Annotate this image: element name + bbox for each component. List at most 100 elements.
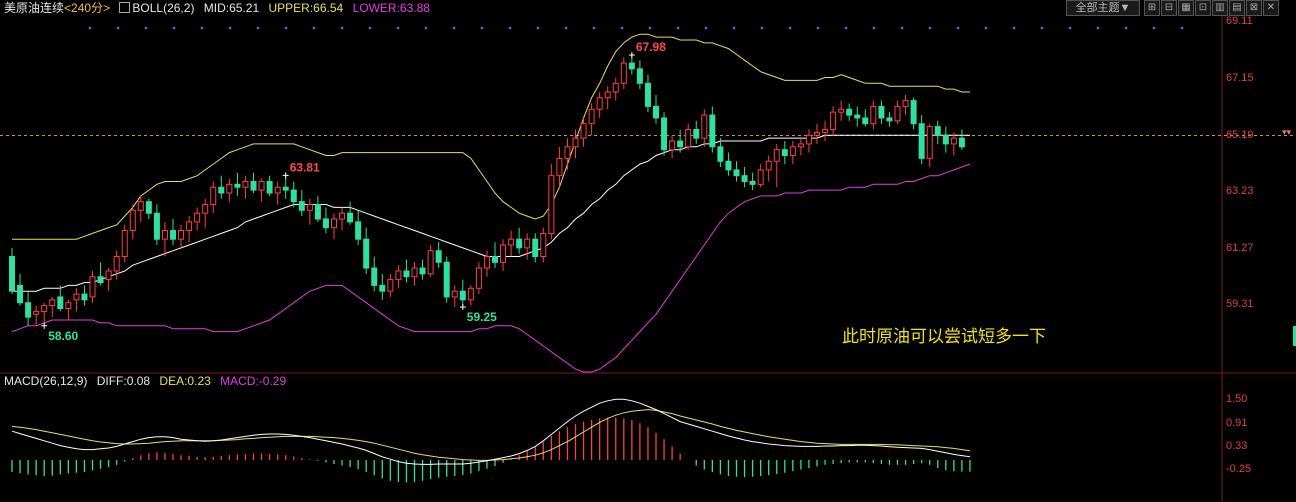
candle[interactable] <box>33 305 40 326</box>
candle[interactable] <box>403 259 410 283</box>
candle[interactable] <box>822 120 829 142</box>
toolbar-button[interactable]: ✕ <box>1263 0 1279 16</box>
candle[interactable] <box>926 123 933 168</box>
candle[interactable] <box>266 175 273 196</box>
candle[interactable] <box>492 242 498 269</box>
candle[interactable] <box>443 256 450 303</box>
candle[interactable] <box>548 164 555 240</box>
candle[interactable] <box>387 273 394 297</box>
candle[interactable] <box>298 190 305 217</box>
candle[interactable] <box>9 247 15 295</box>
candle[interactable] <box>451 285 458 308</box>
candle[interactable] <box>290 181 297 208</box>
candle[interactable] <box>49 296 56 318</box>
toolbar-button[interactable]: ▦ <box>1178 0 1194 16</box>
candle[interactable] <box>693 120 700 144</box>
candle[interactable] <box>781 141 788 165</box>
candle[interactable] <box>322 207 329 234</box>
toolbar-button[interactable]: ⊡ <box>1195 0 1211 16</box>
toolbar-button[interactable]: ▤ <box>1229 0 1245 16</box>
candle[interactable] <box>725 152 732 176</box>
candle[interactable] <box>757 164 764 188</box>
candle[interactable] <box>97 262 104 286</box>
candle[interactable] <box>564 138 571 170</box>
toolbar-button[interactable]: ⊟ <box>1161 0 1177 16</box>
candle[interactable] <box>395 265 402 289</box>
candle[interactable] <box>846 103 853 121</box>
candle[interactable] <box>741 167 748 188</box>
candle[interactable] <box>636 60 643 90</box>
chart-type-icon[interactable] <box>119 2 131 13</box>
candle[interactable] <box>508 230 515 257</box>
candle[interactable] <box>797 138 804 156</box>
candle[interactable] <box>250 172 257 193</box>
candle[interactable] <box>57 285 64 312</box>
candle[interactable] <box>805 129 812 153</box>
candle[interactable] <box>282 175 289 199</box>
candle[interactable] <box>516 227 523 254</box>
candle[interactable] <box>604 86 611 110</box>
candle[interactable] <box>644 74 651 113</box>
candle[interactable] <box>596 91 603 118</box>
candle[interactable] <box>363 227 370 274</box>
candle[interactable] <box>105 268 112 292</box>
candle[interactable] <box>73 288 80 312</box>
candle[interactable] <box>830 106 837 136</box>
candle[interactable] <box>258 178 265 202</box>
candle[interactable] <box>121 224 128 263</box>
toolbar-button[interactable]: ⊠ <box>1246 0 1262 16</box>
candle[interactable] <box>524 233 531 260</box>
candle[interactable] <box>435 242 442 269</box>
candle[interactable] <box>81 285 88 306</box>
candle[interactable] <box>942 126 949 153</box>
candle[interactable] <box>202 198 209 228</box>
candle[interactable] <box>483 250 490 277</box>
toolbar-button[interactable]: ▥ <box>1212 0 1228 16</box>
candle[interactable] <box>427 244 434 277</box>
candle[interactable] <box>242 175 249 199</box>
candle[interactable] <box>701 109 708 147</box>
macd-panel[interactable] <box>11 398 971 483</box>
candle[interactable] <box>170 218 176 245</box>
candle[interactable] <box>669 135 676 159</box>
candle[interactable] <box>371 256 378 292</box>
candle[interactable] <box>870 100 877 130</box>
candle[interactable] <box>612 77 619 101</box>
candle[interactable] <box>814 123 820 144</box>
candle[interactable] <box>65 299 72 321</box>
candle[interactable] <box>894 100 901 124</box>
candle[interactable] <box>153 204 160 245</box>
candle[interactable] <box>685 123 692 150</box>
candle[interactable] <box>838 100 845 121</box>
candle[interactable] <box>218 175 225 199</box>
candle[interactable] <box>862 109 869 127</box>
candle[interactable] <box>958 129 965 150</box>
candle[interactable] <box>733 161 740 182</box>
candle[interactable] <box>886 112 893 127</box>
candle[interactable] <box>25 291 32 326</box>
candle[interactable] <box>306 198 313 225</box>
candle[interactable] <box>89 270 96 303</box>
candle[interactable] <box>540 227 547 263</box>
candle[interactable] <box>854 106 861 127</box>
candle[interactable] <box>500 239 507 271</box>
candle[interactable] <box>355 210 362 245</box>
candle[interactable] <box>331 213 337 240</box>
candle[interactable] <box>274 181 281 205</box>
theme-dropdown[interactable]: 全部主题▼ <box>1066 0 1140 16</box>
candle[interactable] <box>902 94 909 116</box>
candle[interactable] <box>379 273 386 300</box>
candle[interactable] <box>113 250 120 280</box>
candle[interactable] <box>459 279 466 306</box>
candle[interactable] <box>226 178 233 202</box>
candle[interactable] <box>234 172 241 196</box>
candle[interactable] <box>467 285 474 306</box>
candle[interactable] <box>17 273 24 306</box>
candle[interactable] <box>765 155 772 182</box>
candle[interactable] <box>620 57 627 90</box>
toolbar-button[interactable]: ⊞ <box>1144 0 1160 16</box>
candle[interactable] <box>532 233 539 263</box>
candle[interactable] <box>653 94 659 124</box>
candle[interactable] <box>749 172 756 191</box>
candle[interactable] <box>137 195 144 222</box>
